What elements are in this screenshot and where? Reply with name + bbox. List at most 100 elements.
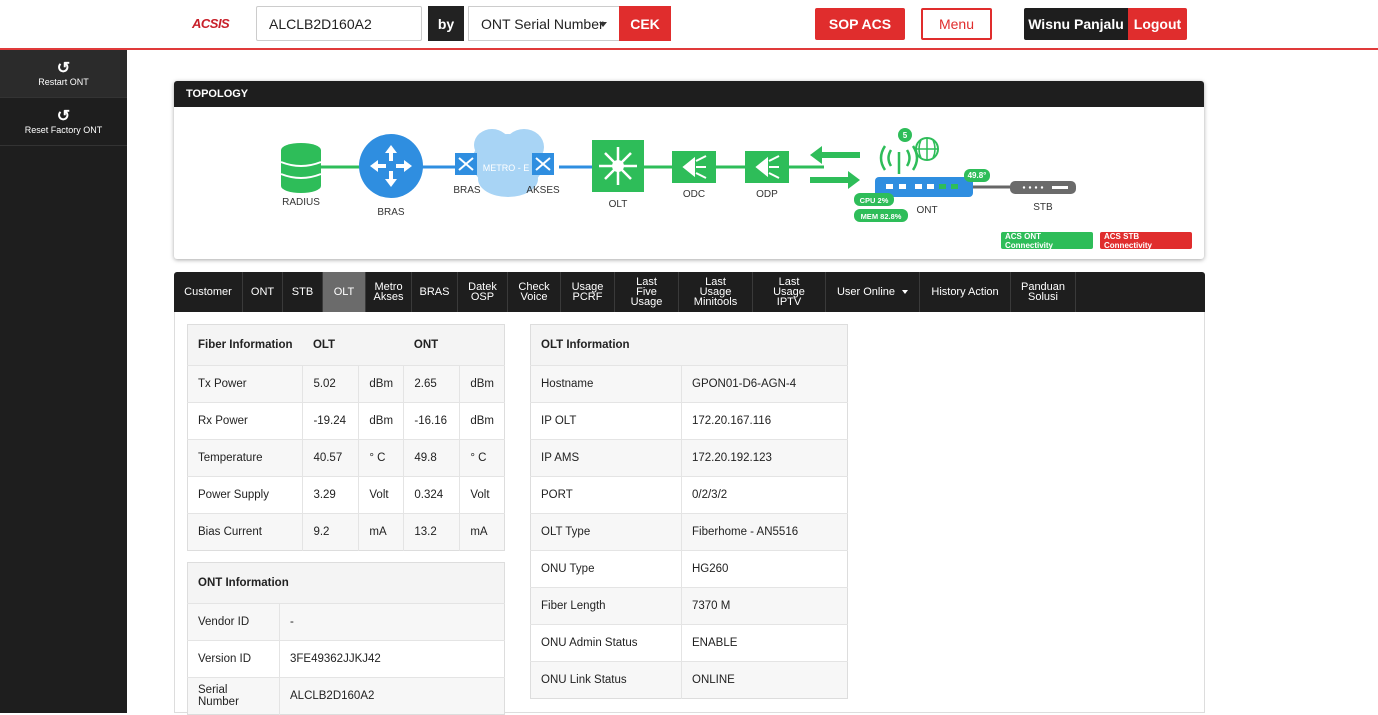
row-value: 172.20.167.116	[681, 402, 848, 440]
by-label: by	[428, 6, 464, 41]
tab-last-five-usage[interactable]: Last Five Usage	[615, 272, 679, 312]
acsis-logo[interactable]: ACSIS	[192, 16, 230, 36]
tab-check-voice[interactable]: Check Voice	[508, 272, 561, 312]
ont-value: 2.65	[403, 365, 460, 403]
olt-unit: dBm	[358, 402, 404, 440]
row-label: Bias Current	[187, 513, 303, 551]
row-value: ONLINE	[681, 661, 848, 699]
tab-last-usage-minitools[interactable]: Last Usage Minitools	[679, 272, 753, 312]
tab-user-online-label: User Online	[836, 286, 896, 298]
node-label-olt: OLT	[609, 199, 628, 210]
olt-value: 3.29	[302, 476, 359, 514]
row-value: Fiberhome - AN5516	[681, 513, 848, 551]
table-row: Vendor ID -	[187, 603, 505, 641]
ont-info-table: ONT Information Vendor ID - Version ID 3…	[187, 562, 505, 715]
chevron-down-icon	[902, 290, 909, 294]
tab-olt[interactable]: OLT	[323, 272, 366, 312]
row-label: ONU Admin Status	[530, 624, 682, 662]
table-row: PORT 0/2/3/2	[530, 476, 848, 514]
table-row: IP OLT 172.20.167.116	[530, 402, 848, 440]
row-value: ALCLB2D160A2	[279, 677, 505, 715]
node-label-bras2: BRAS	[453, 185, 481, 196]
olt-value: 9.2	[302, 513, 359, 551]
node-label-radius: RADIUS	[282, 197, 320, 208]
table-header-row: OLT Information	[530, 324, 848, 366]
restart-icon: ↺	[56, 60, 71, 77]
row-label: ONU Link Status	[530, 661, 682, 699]
tab-metro-akses[interactable]: Metro Akses	[366, 272, 412, 312]
fiber-info-table: Fiber Information OLT ONT Tx Power 5.02 …	[187, 324, 505, 551]
table-row: Temperature 40.57 ° C 49.8 ° C	[187, 439, 505, 477]
table-header-row: ONT Information	[187, 562, 505, 604]
ont-unit: dBm	[459, 402, 505, 440]
search-input[interactable]	[256, 6, 422, 41]
cek-button[interactable]: CEK	[619, 6, 671, 41]
row-value: -	[279, 603, 505, 641]
node-label-stb: STB	[1033, 202, 1053, 213]
user-name-button[interactable]: Wisnu Panjalu	[1024, 8, 1128, 40]
menu-button[interactable]: Menu	[921, 8, 992, 40]
chevron-down-icon	[599, 22, 607, 27]
tab-user-online[interactable]: User Online	[826, 272, 920, 312]
row-label: Serial Number	[187, 677, 280, 715]
table-row: Power Supply 3.29 Volt 0.324 Volt	[187, 476, 505, 514]
ont-temp-badge: 49.8°	[968, 171, 987, 180]
ont-unit: ° C	[459, 439, 505, 477]
row-label: Rx Power	[187, 402, 303, 440]
odc-splitter-icon	[672, 151, 716, 183]
table-row: Version ID 3FE49362JJKJ42	[187, 640, 505, 678]
table-row: Hostname GPON01-D6-AGN-4	[530, 365, 848, 403]
node-label-odc: ODC	[683, 189, 705, 200]
row-label: Fiber Length	[530, 587, 682, 625]
tab-ont[interactable]: ONT	[243, 272, 283, 312]
tab-datek-osp[interactable]: Datek OSP	[458, 272, 508, 312]
bras-router-icon	[359, 134, 423, 198]
ont-mem-badge: MEM 82.8%	[861, 212, 902, 221]
reset-icon: ↺	[56, 108, 71, 125]
table-header: ONT	[403, 324, 505, 366]
ont-unit: dBm	[459, 365, 505, 403]
olt-unit: dBm	[358, 365, 404, 403]
node-label-akses: AKSES	[526, 185, 560, 196]
sop-acs-button[interactable]: SOP ACS	[815, 8, 905, 40]
odp-splitter-icon	[745, 151, 789, 183]
ont-clients-badge: 5	[903, 131, 908, 140]
row-label: IP AMS	[530, 439, 682, 477]
tab-stb[interactable]: STB	[283, 272, 323, 312]
sidebar-item-reset-factory-ont[interactable]: ↺ Reset Factory ONT	[0, 98, 127, 146]
olt-unit: ° C	[358, 439, 404, 477]
search-type-select[interactable]: ONT Serial Number	[468, 6, 620, 41]
table-row: OLT Type Fiberhome - AN5516	[530, 513, 848, 551]
table-row: Rx Power -19.24 dBm -16.16 dBm	[187, 402, 505, 440]
topology-title: TOPOLOGY	[174, 81, 1204, 107]
ont-value: 0.324	[403, 476, 460, 514]
tab-last-usage-iptv[interactable]: Last Usage IPTV	[753, 272, 826, 312]
top-header: ACSIS by ONT Serial Number CEK SOP ACS M…	[0, 0, 1378, 50]
row-value: HG260	[681, 550, 848, 588]
node-label-odp: ODP	[756, 189, 778, 200]
node-label-metro: METRO - E	[483, 163, 530, 173]
olt-info-table: OLT Information Hostname GPON01-D6-AGN-4 …	[530, 324, 848, 699]
sidebar-item-label: Reset Factory ONT	[24, 125, 103, 135]
tab-bras[interactable]: BRAS	[412, 272, 458, 312]
row-label: Power Supply	[187, 476, 303, 514]
row-label: Vendor ID	[187, 603, 280, 641]
row-label: ONU Type	[530, 550, 682, 588]
acs-stb-connectivity-badge[interactable]: ACS STB Connectivity	[1100, 232, 1192, 250]
tab-bar: Customer ONT STB OLT Metro Akses BRAS Da…	[174, 272, 1205, 312]
acs-ont-connectivity-badge[interactable]: ACS ONT Connectivity	[1001, 232, 1093, 250]
row-label: Temperature	[187, 439, 303, 477]
table-row: ONU Type HG260	[530, 550, 848, 588]
ont-unit: Volt	[459, 476, 505, 514]
sidebar-item-restart-ont[interactable]: ↺ Restart ONT	[0, 50, 127, 98]
tab-history-action[interactable]: History Action	[920, 272, 1011, 312]
logout-button[interactable]: Logout	[1128, 8, 1187, 40]
tab-customer[interactable]: Customer	[174, 272, 243, 312]
tab-panduan-solusi[interactable]: Panduan Solusi	[1011, 272, 1076, 312]
table-row: Bias Current 9.2 mA 13.2 mA	[187, 513, 505, 551]
table-header: ONT Information	[187, 562, 505, 604]
row-label: Version ID	[187, 640, 280, 678]
tab-usage-pcrf[interactable]: Usage PCRF	[561, 272, 615, 312]
olt-value: 40.57	[302, 439, 359, 477]
stb-device-icon	[1010, 181, 1076, 194]
